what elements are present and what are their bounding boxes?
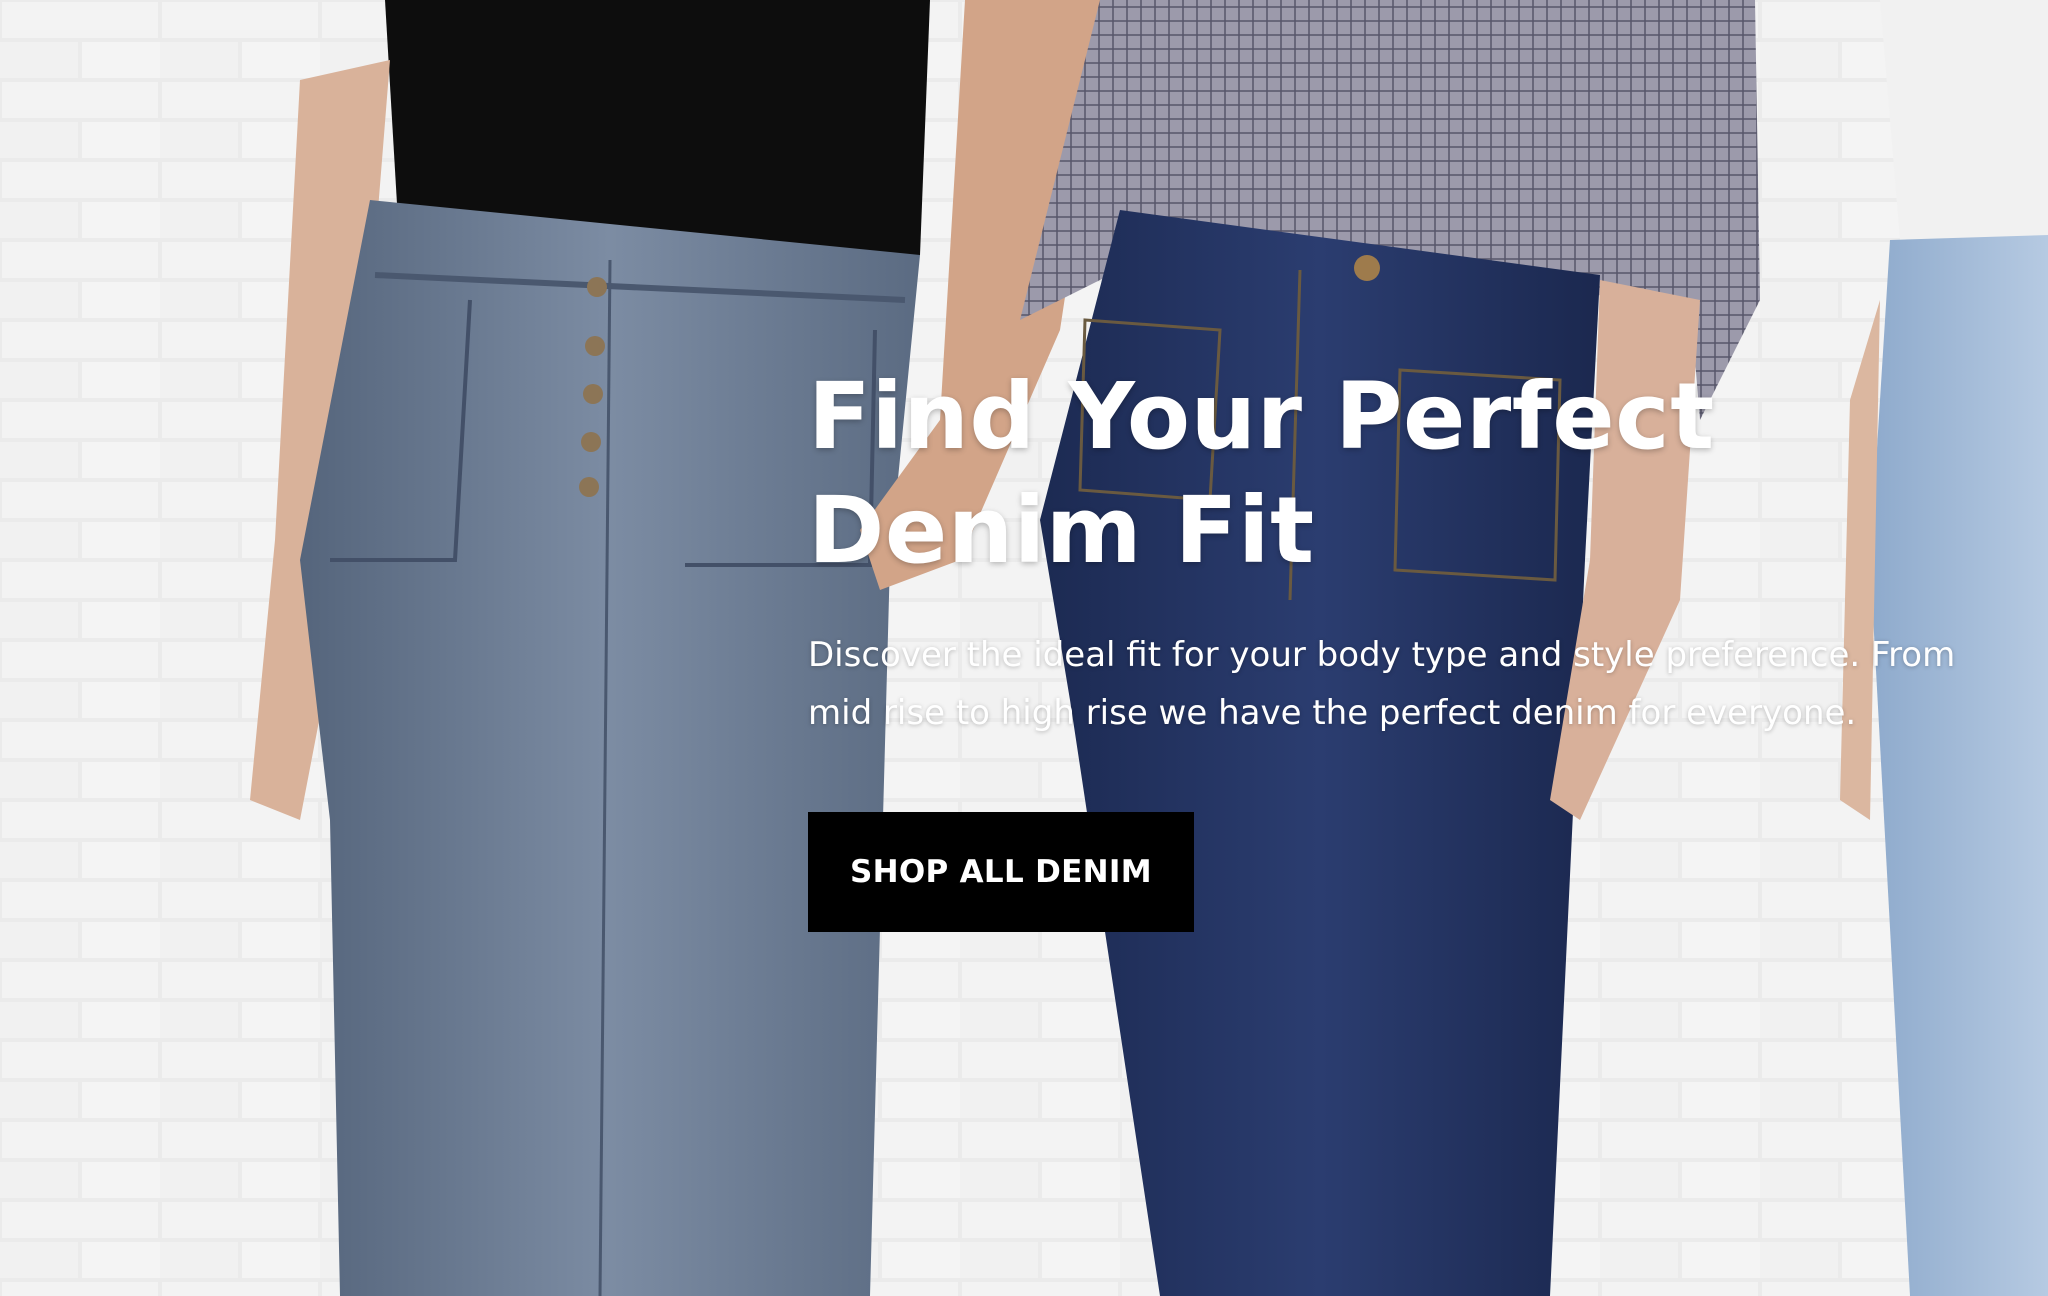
hero-content: Find Your Perfect Denim Fit Discover the… <box>808 360 2028 932</box>
hero-title: Find Your Perfect Denim Fit <box>808 363 1715 584</box>
hero-description: Discover the ideal fit for your body typ… <box>808 635 1956 733</box>
hero-banner: Find Your Perfect Denim Fit Discover the… <box>0 0 2048 1296</box>
shop-all-denim-button[interactable]: SHOP ALL DENIM <box>808 812 1194 932</box>
